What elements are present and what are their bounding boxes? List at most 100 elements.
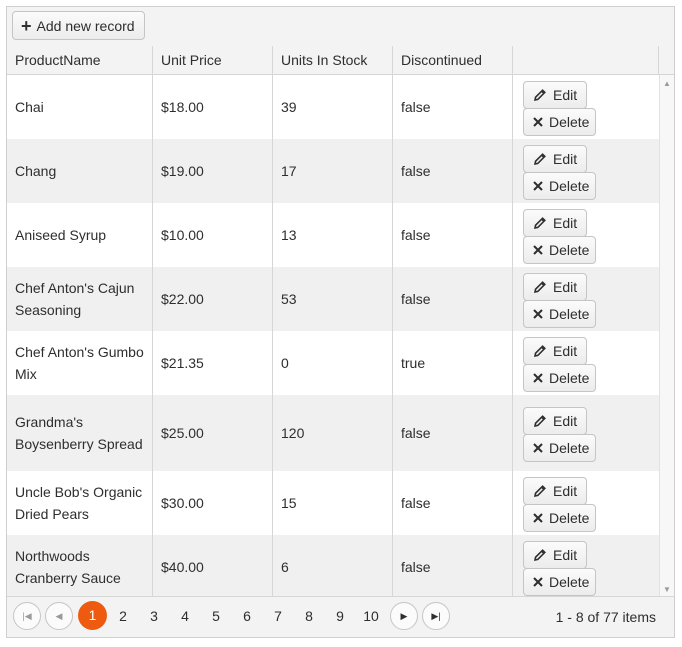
page-7-button[interactable]: 7 [263,602,293,630]
delete-button[interactable]: Delete [523,300,596,328]
cell-discontinued: false [393,535,513,598]
delete-button[interactable]: Delete [523,504,596,532]
edit-label: Edit [553,413,578,429]
column-header-product-name[interactable]: ProductName [7,46,153,74]
edit-button[interactable]: Edit [523,477,587,505]
pencil-icon [532,87,548,103]
table-row: Grandma's Boysenberry Spread $25.00 120 … [7,395,659,471]
cell-actions: Edit Delete [513,395,659,471]
grid-toolbar: + Add new record [7,7,674,47]
cell-actions: Edit Delete [513,75,659,139]
edit-button[interactable]: Edit [523,407,587,435]
cell-product-name: Chai [7,75,153,139]
add-new-record-label: Add new record [36,17,135,34]
page-3-button[interactable]: 3 [139,602,169,630]
cell-product-name: Uncle Bob's Organic Dried Pears [7,471,153,535]
close-icon [532,370,544,386]
delete-button[interactable]: Delete [523,568,596,596]
plus-icon: + [21,15,32,36]
delete-button[interactable]: Delete [523,236,596,264]
edit-button[interactable]: Edit [523,81,587,109]
scroll-down-arrow-icon[interactable]: ▼ [663,585,671,594]
pencil-icon [532,151,548,167]
scroll-up-arrow-icon[interactable]: ▲ [663,79,671,88]
cell-discontinued: false [393,267,513,331]
page-5-button[interactable]: 5 [201,602,231,630]
add-new-record-button[interactable]: + Add new record [12,11,145,40]
close-icon [532,242,544,258]
cell-actions: Edit Delete [513,267,659,331]
table-row: Chang $19.00 17 false Edit Delete [7,139,659,203]
close-icon [532,574,544,590]
cell-discontinued: true [393,331,513,395]
cell-units-in-stock: 6 [273,535,393,598]
delete-label: Delete [549,574,590,590]
pencil-icon [532,343,548,359]
cell-actions: Edit Delete [513,331,659,395]
cell-unit-price: $18.00 [153,75,273,139]
page-9-button[interactable]: 9 [325,602,355,630]
pager: |◀ ◀ 1 2 3 4 5 6 7 8 9 10 ▶ ▶| 1 - 8 of … [7,596,674,637]
edit-label: Edit [553,151,578,167]
table-row: Northwoods Cranberry Sauce $40.00 6 fals… [7,535,659,598]
cell-product-name: Grandma's Boysenberry Spread [7,395,153,471]
edit-button[interactable]: Edit [523,209,587,237]
delete-button[interactable]: Delete [523,364,596,392]
edit-label: Edit [553,483,578,499]
cell-discontinued: false [393,75,513,139]
last-page-icon[interactable]: ▶| [422,602,450,630]
cell-units-in-stock: 39 [273,75,393,139]
cell-unit-price: $30.00 [153,471,273,535]
cell-discontinued: false [393,203,513,267]
cell-units-in-stock: 53 [273,267,393,331]
delete-label: Delete [549,114,590,130]
page-6-button[interactable]: 6 [232,602,262,630]
page-10-button[interactable]: 10 [356,602,386,630]
close-icon [532,114,544,130]
page-2-button[interactable]: 2 [108,602,138,630]
cell-units-in-stock: 13 [273,203,393,267]
cell-product-name: Chang [7,139,153,203]
edit-label: Edit [553,215,578,231]
delete-label: Delete [549,306,590,322]
next-page-icon[interactable]: ▶ [390,602,418,630]
vertical-scrollbar[interactable]: ▲ ▼ [659,75,674,598]
page-8-button[interactable]: 8 [294,602,324,630]
delete-label: Delete [549,510,590,526]
column-header-unit-price[interactable]: Unit Price [153,46,273,74]
edit-button[interactable]: Edit [523,145,587,173]
delete-button[interactable]: Delete [523,172,596,200]
pager-info: 1 - 8 of 77 items [555,609,656,625]
table-row: Aniseed Syrup $10.00 13 false Edit Delet… [7,203,659,267]
table-row: Chef Anton's Gumbo Mix $21.35 0 true Edi… [7,331,659,395]
delete-button[interactable]: Delete [523,434,596,462]
grid-header: ProductName Unit Price Units In Stock Di… [7,46,674,75]
cell-discontinued: false [393,395,513,471]
cell-discontinued: false [393,471,513,535]
cell-unit-price: $21.35 [153,331,273,395]
close-icon [532,440,544,456]
pencil-icon [532,279,548,295]
edit-button[interactable]: Edit [523,337,587,365]
edit-button[interactable]: Edit [523,273,587,301]
cell-discontinued: false [393,139,513,203]
prev-page-icon[interactable]: ◀ [45,602,73,630]
page-4-button[interactable]: 4 [170,602,200,630]
delete-button[interactable]: Delete [523,108,596,136]
edit-label: Edit [553,87,578,103]
column-header-discontinued[interactable]: Discontinued [393,46,513,74]
cell-unit-price: $19.00 [153,139,273,203]
delete-label: Delete [549,440,590,456]
edit-button[interactable]: Edit [523,541,587,569]
cell-unit-price: $22.00 [153,267,273,331]
table-row: Uncle Bob's Organic Dried Pears $30.00 1… [7,471,659,535]
table-row: Chai $18.00 39 false Edit Delete [7,75,659,139]
grid-body: Chai $18.00 39 false Edit Delete Chang $… [7,75,659,598]
edit-label: Edit [553,279,578,295]
delete-label: Delete [549,178,590,194]
data-grid: + Add new record ProductName Unit Price … [6,6,675,638]
edit-label: Edit [553,343,578,359]
page-1-button[interactable]: 1 [78,601,107,630]
first-page-icon[interactable]: |◀ [13,602,41,630]
column-header-units-in-stock[interactable]: Units In Stock [273,46,393,74]
